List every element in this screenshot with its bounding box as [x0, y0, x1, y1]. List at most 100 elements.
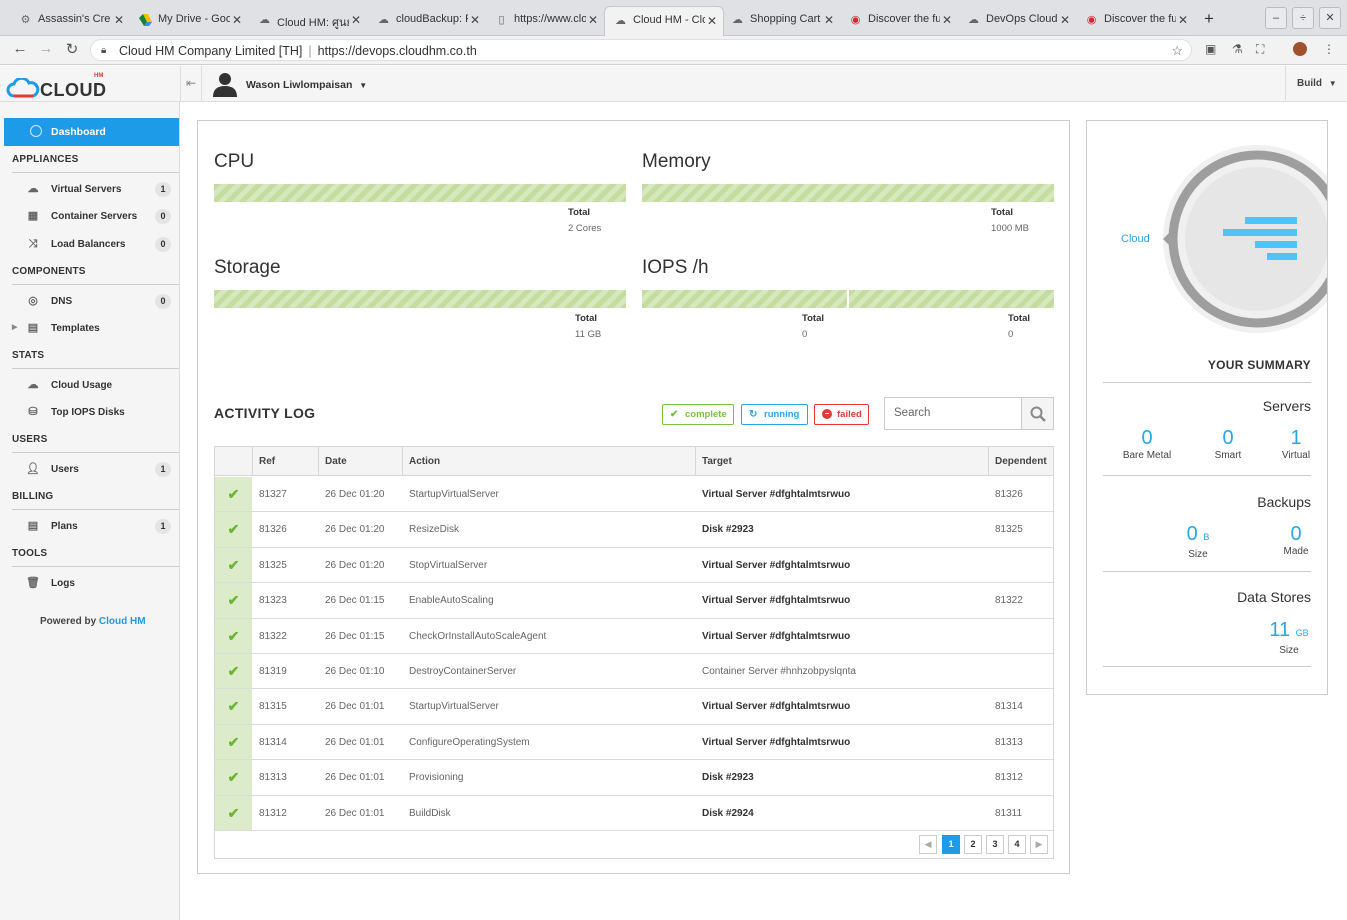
column-header-date[interactable]: Date [318, 447, 402, 476]
page-button-1[interactable]: 1 [942, 835, 960, 854]
cell-target[interactable]: Virtual Server #dfghtalmtsrwuo [702, 560, 850, 571]
prev-page-icon[interactable]: ◀ [919, 835, 937, 854]
browser-tab[interactable]: ☁ Cloud HM: ศูนย์ ✕ [249, 6, 367, 36]
table-row[interactable]: ✔ 81315 26 Dec 01:01 StartupVirtualServer Vi… [215, 689, 1053, 725]
sidebar-collapse-icon[interactable]: ⇤ [180, 66, 202, 102]
build-menu[interactable]: Build ▼ [1285, 66, 1347, 102]
page-button-2[interactable]: 2 [964, 835, 982, 854]
tab-close-icon[interactable]: ✕ [1178, 13, 1188, 27]
tab-close-icon[interactable]: ✕ [707, 14, 717, 28]
sidebar-item-virtual-servers[interactable]: ☁ Virtual Servers 1 [25, 178, 175, 200]
minimize-icon[interactable]: – [1265, 7, 1287, 29]
status-complete-icon: ✔ [215, 654, 252, 689]
tab-close-icon[interactable]: ✕ [942, 13, 952, 27]
table-row[interactable]: ✔ 81312 26 Dec 01:01 BuildDisk Disk #2924 813… [215, 795, 1053, 831]
bookmark-star-icon[interactable]: ☆ [1171, 40, 1183, 62]
stat-bare-metal[interactable]: 0 Bare Metal [1115, 428, 1179, 461]
cell-target[interactable]: Virtual Server #dfghtalmtsrwuo [702, 701, 850, 712]
extension-icon[interactable]: ▣ [1205, 42, 1216, 56]
page-button-3[interactable]: 3 [986, 835, 1004, 854]
stat-virtual[interactable]: 1 Virtual [1271, 428, 1321, 461]
tab-close-icon[interactable]: ✕ [470, 13, 480, 27]
search-button[interactable] [1021, 398, 1053, 429]
back-icon[interactable]: ← [10, 40, 30, 57]
column-header-target[interactable]: Target [695, 447, 988, 476]
cell-dependent: 81311 [995, 807, 1023, 819]
logo[interactable]: CLOUD HM [6, 72, 116, 100]
sidebar-item-logs[interactable]: 🗑︎ Logs [25, 572, 175, 594]
sidebar-item-dns[interactable]: ◎ DNS 0 [25, 290, 175, 312]
close-window-icon[interactable]: ✕ [1319, 7, 1341, 29]
browser-tab[interactable]: ◉ Discover the fu ✕ [1076, 6, 1194, 36]
reload-icon[interactable]: ↻ [62, 40, 82, 58]
tab-close-icon[interactable]: ✕ [232, 13, 242, 27]
cell-ref: 81322 [259, 630, 287, 642]
browser-tab[interactable]: ☁ cloudBackup: F ✕ [368, 6, 486, 36]
sidebar-item-dashboard[interactable]: Dashboard [4, 118, 179, 146]
next-page-icon[interactable]: ▶ [1030, 835, 1048, 854]
powered-by-link[interactable]: Cloud HM [99, 616, 146, 627]
column-header-dependent[interactable]: Dependent [988, 447, 1053, 476]
cell-target[interactable]: Virtual Server #dfghtalmtsrwuo [702, 737, 850, 748]
browser-tab[interactable]: ☁ Shopping Cart ✕ [722, 6, 840, 36]
sidebar-item-templates[interactable]: ▶ ▤ Templates [12, 317, 175, 339]
filter-failed-button[interactable]: − failed [814, 404, 869, 425]
table-row[interactable]: ✔ 81326 26 Dec 01:20 ResizeDisk Disk #2923 81… [215, 512, 1053, 548]
browser-tab[interactable]: ⚙ Assassin's Cre ✕ [10, 6, 130, 36]
browser-tab[interactable]: My Drive - Goo ✕ [130, 6, 248, 36]
sidebar-item-container-servers[interactable]: ▦ Container Servers 0 [25, 205, 175, 227]
stat-data-store-size[interactable]: 11 GB Size [1257, 620, 1321, 656]
cell-target[interactable]: Virtual Server #dfghtalmtsrwuo [702, 489, 850, 500]
browser-tab[interactable]: ▯ https://www.clo ✕ [486, 6, 604, 36]
page-button-4[interactable]: 4 [1008, 835, 1026, 854]
stat-smart[interactable]: 0 Smart [1203, 428, 1253, 461]
tab-close-icon[interactable]: ✕ [824, 13, 834, 27]
menu-icon[interactable]: ⋮ [1323, 42, 1335, 56]
lock-icon: 🔒︎ [101, 45, 107, 56]
sidebar-item-cloud-usage[interactable]: ☁ Cloud Usage [25, 374, 175, 396]
tab-close-icon[interactable]: ✕ [351, 13, 361, 27]
new-tab-icon[interactable]: + [1204, 9, 1214, 29]
table-row[interactable]: ✔ 81327 26 Dec 01:20 StartupVirtualServer Vi… [215, 477, 1053, 513]
column-header-action[interactable]: Action [402, 447, 695, 476]
table-row[interactable]: ✔ 81314 26 Dec 01:01 ConfigureOperatingSyst… [215, 724, 1053, 761]
browser-tab-active[interactable]: ☁ Cloud HM - Clo ✕ [604, 6, 724, 36]
column-header-ref[interactable]: Ref [252, 447, 318, 476]
filter-running-button[interactable]: ↻ running [741, 404, 808, 425]
cell-target[interactable]: Disk #2923 [702, 524, 754, 535]
tab-close-icon[interactable]: ✕ [114, 13, 124, 27]
cloud-gauge-label[interactable]: Cloud [1121, 233, 1150, 245]
table-row[interactable]: ✔ 81322 26 Dec 01:15 CheckOrInstallAutoScal… [215, 618, 1053, 654]
extension-icon[interactable]: ⛶ [1256, 42, 1264, 57]
address-bar[interactable]: 🔒︎ Cloud HM Company Limited [TH] | https:/… [90, 39, 1192, 61]
tab-close-icon[interactable]: ✕ [588, 13, 598, 27]
divider [12, 566, 179, 567]
profile-avatar[interactable] [1293, 42, 1307, 56]
sidebar-item-users[interactable]: 👤︎ Users 1 [25, 458, 175, 480]
tab-close-icon[interactable]: ✕ [1060, 13, 1070, 27]
table-row[interactable]: ✔ 81319 26 Dec 01:10 DestroyContainerServer… [215, 654, 1053, 690]
table-row[interactable]: ✔ 81313 26 Dec 01:01 Provisioning Disk #2923… [215, 760, 1053, 796]
sidebar-item-load-balancers[interactable]: ⤨ Load Balancers 0 [25, 233, 175, 255]
search-input[interactable]: Search [894, 407, 930, 419]
sidebar-item-plans[interactable]: ▤ Plans 1 [25, 515, 175, 537]
stat-backup-size[interactable]: 0 B Size [1173, 524, 1223, 560]
browser-tab[interactable]: ◉ Discover the fu ✕ [840, 6, 958, 36]
check-icon: ✔ [670, 409, 679, 420]
table-row[interactable]: ✔ 81323 26 Dec 01:15 EnableAutoScaling Virtu… [215, 583, 1053, 619]
filter-complete-button[interactable]: ✔ complete [662, 404, 734, 425]
extension-icon[interactable]: ⚗ [1232, 42, 1243, 56]
expand-arrow-icon[interactable]: ▶ [12, 323, 17, 331]
cell-target[interactable]: Container Server #hnhzobpyslqnta [702, 666, 856, 677]
cell-target[interactable]: Virtual Server #dfghtalmtsrwuo [702, 631, 850, 642]
cell-target[interactable]: Disk #2923 [702, 772, 754, 783]
restore-icon[interactable]: ÷ [1292, 7, 1314, 29]
browser-tab[interactable]: ☁ DevOps Cloud ✕ [958, 6, 1076, 36]
cloud-gauge [1163, 145, 1327, 333]
table-row[interactable]: ✔ 81325 26 Dec 01:20 StopVirtualServer Virtu… [215, 547, 1053, 584]
cell-target[interactable]: Virtual Server #dfghtalmtsrwuo [702, 595, 850, 606]
stat-backups-made[interactable]: 0 Made [1271, 524, 1321, 557]
forward-icon[interactable]: → [36, 40, 56, 57]
sidebar-item-top-iops-disks[interactable]: ⛁ Top IOPS Disks [25, 401, 175, 423]
cell-target[interactable]: Disk #2924 [702, 808, 754, 819]
